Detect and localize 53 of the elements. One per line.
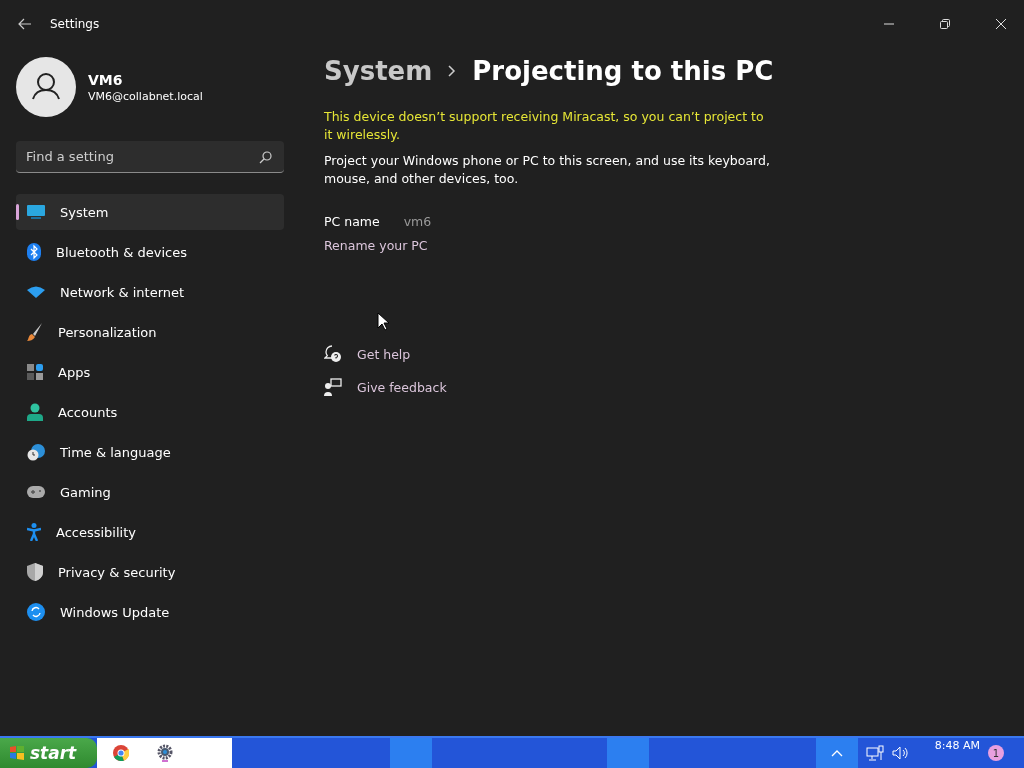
window-title: Settings — [50, 17, 100, 31]
help-link[interactable]: Give feedback — [357, 379, 447, 395]
user-email: VM6@collabnet.local — [88, 89, 203, 103]
nav-item[interactable]: Time & language — [16, 434, 284, 470]
windows-flag-icon — [10, 746, 24, 760]
nav-item[interactable]: Network & internet — [16, 274, 284, 310]
back-icon[interactable] — [18, 18, 32, 30]
pc-name-value: vm6 — [403, 214, 432, 229]
browser-icon[interactable] — [113, 745, 129, 761]
rename-link[interactable]: Rename your PC — [324, 238, 428, 253]
pc-name-label: PC name — [324, 214, 380, 229]
feedback-icon — [324, 378, 342, 396]
gamepad-icon — [27, 486, 45, 498]
apps-icon — [27, 364, 43, 380]
cursor-icon — [377, 312, 389, 331]
nav-item[interactable]: Gaming — [16, 474, 284, 510]
speaker-icon[interactable] — [891, 746, 909, 760]
bluetooth-icon — [27, 243, 41, 261]
nav-item[interactable]: Accounts — [16, 394, 284, 430]
brush-icon — [27, 323, 43, 341]
notification-badge[interactable]: 1 — [988, 745, 1004, 761]
monitor-icon — [27, 205, 45, 219]
start-button[interactable]: start — [0, 738, 97, 768]
nav-item[interactable]: Personalization — [16, 314, 284, 350]
update-icon — [27, 603, 45, 621]
accessibility-icon — [27, 523, 41, 541]
page-title: Projecting to this PC — [472, 56, 774, 86]
help-icon — [324, 345, 342, 363]
warning-text: This device doesn’t support receiving Miracast, so you can’t project to it wirelessly. — [324, 108, 765, 144]
clock-globe-icon — [27, 443, 45, 461]
nav-item[interactable]: Accessibility — [16, 514, 284, 550]
nav-item[interactable]: Bluetooth & devices — [16, 234, 284, 270]
help-link[interactable]: Get help — [357, 346, 411, 362]
wifi-icon — [27, 286, 45, 298]
shield-icon — [27, 563, 43, 581]
gear-icon[interactable] — [157, 744, 173, 762]
nav-item[interactable]: Apps — [16, 354, 284, 390]
close-icon[interactable] — [996, 19, 1006, 29]
description-text: Project your Windows phone or PC to this screen, and use its keyboard, mouse, and other devices, too. — [324, 152, 771, 188]
clock-time[interactable]: 8:48 AM — [934, 739, 980, 752]
nav-item[interactable]: Windows Update — [16, 594, 284, 630]
restore-icon[interactable] — [940, 19, 950, 29]
network-icon[interactable] — [865, 745, 884, 761]
person-icon — [27, 403, 43, 421]
search-field[interactable]: Find a setting — [16, 141, 284, 173]
chevron-icon — [448, 65, 457, 77]
nav-item[interactable]: Privacy & security — [16, 554, 284, 590]
breadcrumb-link[interactable]: System — [324, 56, 433, 86]
nav-item[interactable]: System — [16, 194, 284, 230]
user-name: VM6 — [88, 71, 124, 88]
avatar-icon — [16, 57, 76, 117]
chevron-up-icon[interactable] — [830, 749, 843, 757]
search-icon[interactable] — [259, 151, 272, 164]
